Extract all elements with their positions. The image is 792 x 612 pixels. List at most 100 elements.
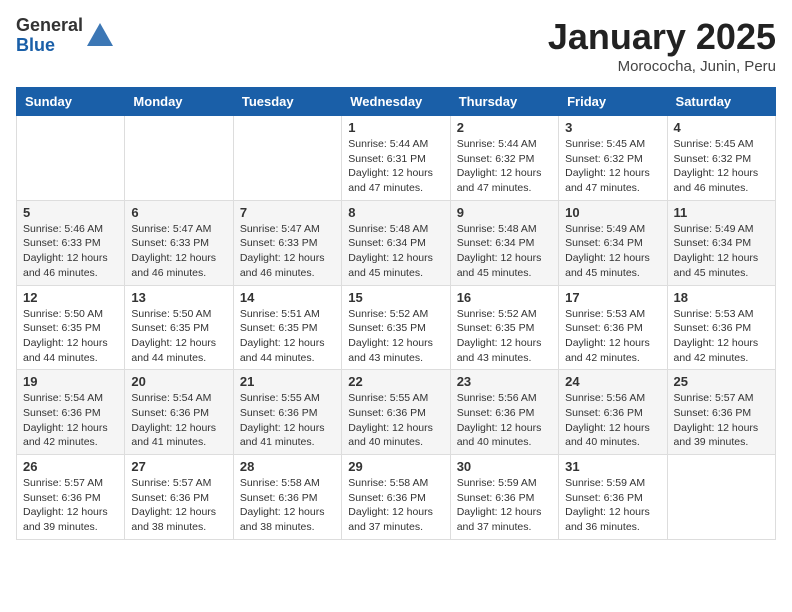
calendar-cell <box>17 116 125 201</box>
logo-icon <box>85 21 115 51</box>
calendar-cell: 1 Sunrise: 5:44 AM Sunset: 6:31 PM Daylig… <box>342 116 450 201</box>
calendar-week-row-2: 5 Sunrise: 5:46 AM Sunset: 6:33 PM Daylig… <box>17 200 776 285</box>
calendar-cell: 31Sunrise: 5:59 AM Sunset: 6:36 PM Dayli… <box>559 455 667 540</box>
day-number: 3 <box>565 120 660 135</box>
day-number: 6 <box>131 205 226 220</box>
calendar-cell: 23 Sunrise: 5:56 AM Sunset: 6:36 PM Dayli… <box>450 370 558 455</box>
day-info: Sunrise: 5:54 AM Sunset: 6:36 PM Dayligh… <box>131 391 226 450</box>
day-info: Sunrise: 5:59 AM Sunset: 6:36 PM Dayligh… <box>565 476 660 535</box>
day-info: Sunrise: 5:49 AM Sunset: 6:34 PM Dayligh… <box>565 222 660 281</box>
day-info: Sunrise: 5:56 AM Sunset: 6:36 PM Dayligh… <box>457 391 552 450</box>
calendar-cell <box>125 116 233 201</box>
day-number: 23 <box>457 374 552 389</box>
logo-general-text: General <box>16 16 83 36</box>
header-monday: Monday <box>125 88 233 116</box>
calendar-cell: 6 Sunrise: 5:47 AM Sunset: 6:33 PM Daylig… <box>125 200 233 285</box>
title-block: January 2025 Morococha, Junin, Peru <box>548 16 776 75</box>
day-number: 18 <box>674 290 769 305</box>
header-thursday: Thursday <box>450 88 558 116</box>
day-info: Sunrise: 5:53 AM Sunset: 6:36 PM Dayligh… <box>674 307 769 366</box>
day-info: Sunrise: 5:48 AM Sunset: 6:34 PM Dayligh… <box>348 222 443 281</box>
month-title: January 2025 <box>548 16 776 58</box>
day-number: 13 <box>131 290 226 305</box>
day-info: Sunrise: 5:48 AM Sunset: 6:34 PM Dayligh… <box>457 222 552 281</box>
header-sunday: Sunday <box>17 88 125 116</box>
day-info: Sunrise: 5:44 AM Sunset: 6:32 PM Dayligh… <box>457 137 552 196</box>
day-number: 1 <box>348 120 443 135</box>
calendar-cell: 30 Sunrise: 5:59 AM Sunset: 6:36 PM Dayli… <box>450 455 558 540</box>
calendar-cell: 10 Sunrise: 5:49 AM Sunset: 6:34 PM Dayli… <box>559 200 667 285</box>
calendar-cell: 27Sunrise: 5:57 AM Sunset: 6:36 PM Dayli… <box>125 455 233 540</box>
day-info: Sunrise: 5:55 AM Sunset: 6:36 PM Dayligh… <box>240 391 335 450</box>
day-info: Sunrise: 5:51 AM Sunset: 6:35 PM Dayligh… <box>240 307 335 366</box>
calendar-cell: 29 Sunrise: 5:58 AM Sunset: 6:36 PM Dayli… <box>342 455 450 540</box>
calendar-cell: 18 Sunrise: 5:53 AM Sunset: 6:36 PM Dayli… <box>667 285 775 370</box>
calendar-cell: 24Sunrise: 5:56 AM Sunset: 6:36 PM Dayli… <box>559 370 667 455</box>
day-number: 16 <box>457 290 552 305</box>
day-info: Sunrise: 5:58 AM Sunset: 6:36 PM Dayligh… <box>240 476 335 535</box>
calendar-cell <box>233 116 341 201</box>
day-info: Sunrise: 5:44 AM Sunset: 6:31 PM Dayligh… <box>348 137 443 196</box>
day-info: Sunrise: 5:45 AM Sunset: 6:32 PM Dayligh… <box>565 137 660 196</box>
calendar-cell: 17 Sunrise: 5:53 AM Sunset: 6:36 PM Dayli… <box>559 285 667 370</box>
day-info: Sunrise: 5:47 AM Sunset: 6:33 PM Dayligh… <box>131 222 226 281</box>
calendar-table: Sunday Monday Tuesday Wednesday Thursday… <box>16 87 776 540</box>
header-saturday: Saturday <box>667 88 775 116</box>
header-tuesday: Tuesday <box>233 88 341 116</box>
calendar-cell: 9 Sunrise: 5:48 AM Sunset: 6:34 PM Daylig… <box>450 200 558 285</box>
logo: General Blue <box>16 16 115 56</box>
page-header: General Blue January 2025 Morococha, Jun… <box>16 16 776 75</box>
calendar-cell: 4 Sunrise: 5:45 AM Sunset: 6:32 PM Daylig… <box>667 116 775 201</box>
calendar-cell: 7 Sunrise: 5:47 AM Sunset: 6:33 PM Daylig… <box>233 200 341 285</box>
calendar-week-row-3: 12 Sunrise: 5:50 AM Sunset: 6:35 PM Dayli… <box>17 285 776 370</box>
day-number: 12 <box>23 290 118 305</box>
calendar-cell: 14Sunrise: 5:51 AM Sunset: 6:35 PM Dayli… <box>233 285 341 370</box>
day-info: Sunrise: 5:50 AM Sunset: 6:35 PM Dayligh… <box>23 307 118 366</box>
day-number: 28 <box>240 459 335 474</box>
location-subtitle: Morococha, Junin, Peru <box>548 58 776 75</box>
day-info: Sunrise: 5:58 AM Sunset: 6:36 PM Dayligh… <box>348 476 443 535</box>
calendar-cell: 8 Sunrise: 5:48 AM Sunset: 6:34 PM Daylig… <box>342 200 450 285</box>
calendar-week-row-4: 19 Sunrise: 5:54 AM Sunset: 6:36 PM Dayli… <box>17 370 776 455</box>
calendar-cell: 26 Sunrise: 5:57 AM Sunset: 6:36 PM Dayli… <box>17 455 125 540</box>
day-number: 19 <box>23 374 118 389</box>
day-number: 4 <box>674 120 769 135</box>
calendar-cell: 15Sunrise: 5:52 AM Sunset: 6:35 PM Dayli… <box>342 285 450 370</box>
day-number: 30 <box>457 459 552 474</box>
calendar-cell: 20Sunrise: 5:54 AM Sunset: 6:36 PM Dayli… <box>125 370 233 455</box>
day-number: 27 <box>131 459 226 474</box>
calendar-cell: 12 Sunrise: 5:50 AM Sunset: 6:35 PM Dayli… <box>17 285 125 370</box>
day-info: Sunrise: 5:55 AM Sunset: 6:36 PM Dayligh… <box>348 391 443 450</box>
day-number: 26 <box>23 459 118 474</box>
day-info: Sunrise: 5:52 AM Sunset: 6:35 PM Dayligh… <box>457 307 552 366</box>
day-number: 29 <box>348 459 443 474</box>
day-number: 8 <box>348 205 443 220</box>
day-info: Sunrise: 5:54 AM Sunset: 6:36 PM Dayligh… <box>23 391 118 450</box>
day-number: 10 <box>565 205 660 220</box>
header-friday: Friday <box>559 88 667 116</box>
day-info: Sunrise: 5:46 AM Sunset: 6:33 PM Dayligh… <box>23 222 118 281</box>
day-number: 25 <box>674 374 769 389</box>
day-number: 7 <box>240 205 335 220</box>
day-info: Sunrise: 5:57 AM Sunset: 6:36 PM Dayligh… <box>23 476 118 535</box>
day-number: 17 <box>565 290 660 305</box>
day-info: Sunrise: 5:47 AM Sunset: 6:33 PM Dayligh… <box>240 222 335 281</box>
day-info: Sunrise: 5:56 AM Sunset: 6:36 PM Dayligh… <box>565 391 660 450</box>
calendar-cell: 19 Sunrise: 5:54 AM Sunset: 6:36 PM Dayli… <box>17 370 125 455</box>
calendar-cell: 25 Sunrise: 5:57 AM Sunset: 6:36 PM Dayli… <box>667 370 775 455</box>
calendar-week-row-1: 1 Sunrise: 5:44 AM Sunset: 6:31 PM Daylig… <box>17 116 776 201</box>
day-number: 5 <box>23 205 118 220</box>
calendar-cell: 21Sunrise: 5:55 AM Sunset: 6:36 PM Dayli… <box>233 370 341 455</box>
day-number: 15 <box>348 290 443 305</box>
logo-blue-text: Blue <box>16 36 83 56</box>
calendar-cell: 5 Sunrise: 5:46 AM Sunset: 6:33 PM Daylig… <box>17 200 125 285</box>
day-info: Sunrise: 5:57 AM Sunset: 6:36 PM Dayligh… <box>674 391 769 450</box>
day-info: Sunrise: 5:49 AM Sunset: 6:34 PM Dayligh… <box>674 222 769 281</box>
day-info: Sunrise: 5:59 AM Sunset: 6:36 PM Dayligh… <box>457 476 552 535</box>
day-number: 9 <box>457 205 552 220</box>
day-number: 11 <box>674 205 769 220</box>
day-info: Sunrise: 5:53 AM Sunset: 6:36 PM Dayligh… <box>565 307 660 366</box>
header-wednesday: Wednesday <box>342 88 450 116</box>
day-number: 2 <box>457 120 552 135</box>
day-info: Sunrise: 5:45 AM Sunset: 6:32 PM Dayligh… <box>674 137 769 196</box>
